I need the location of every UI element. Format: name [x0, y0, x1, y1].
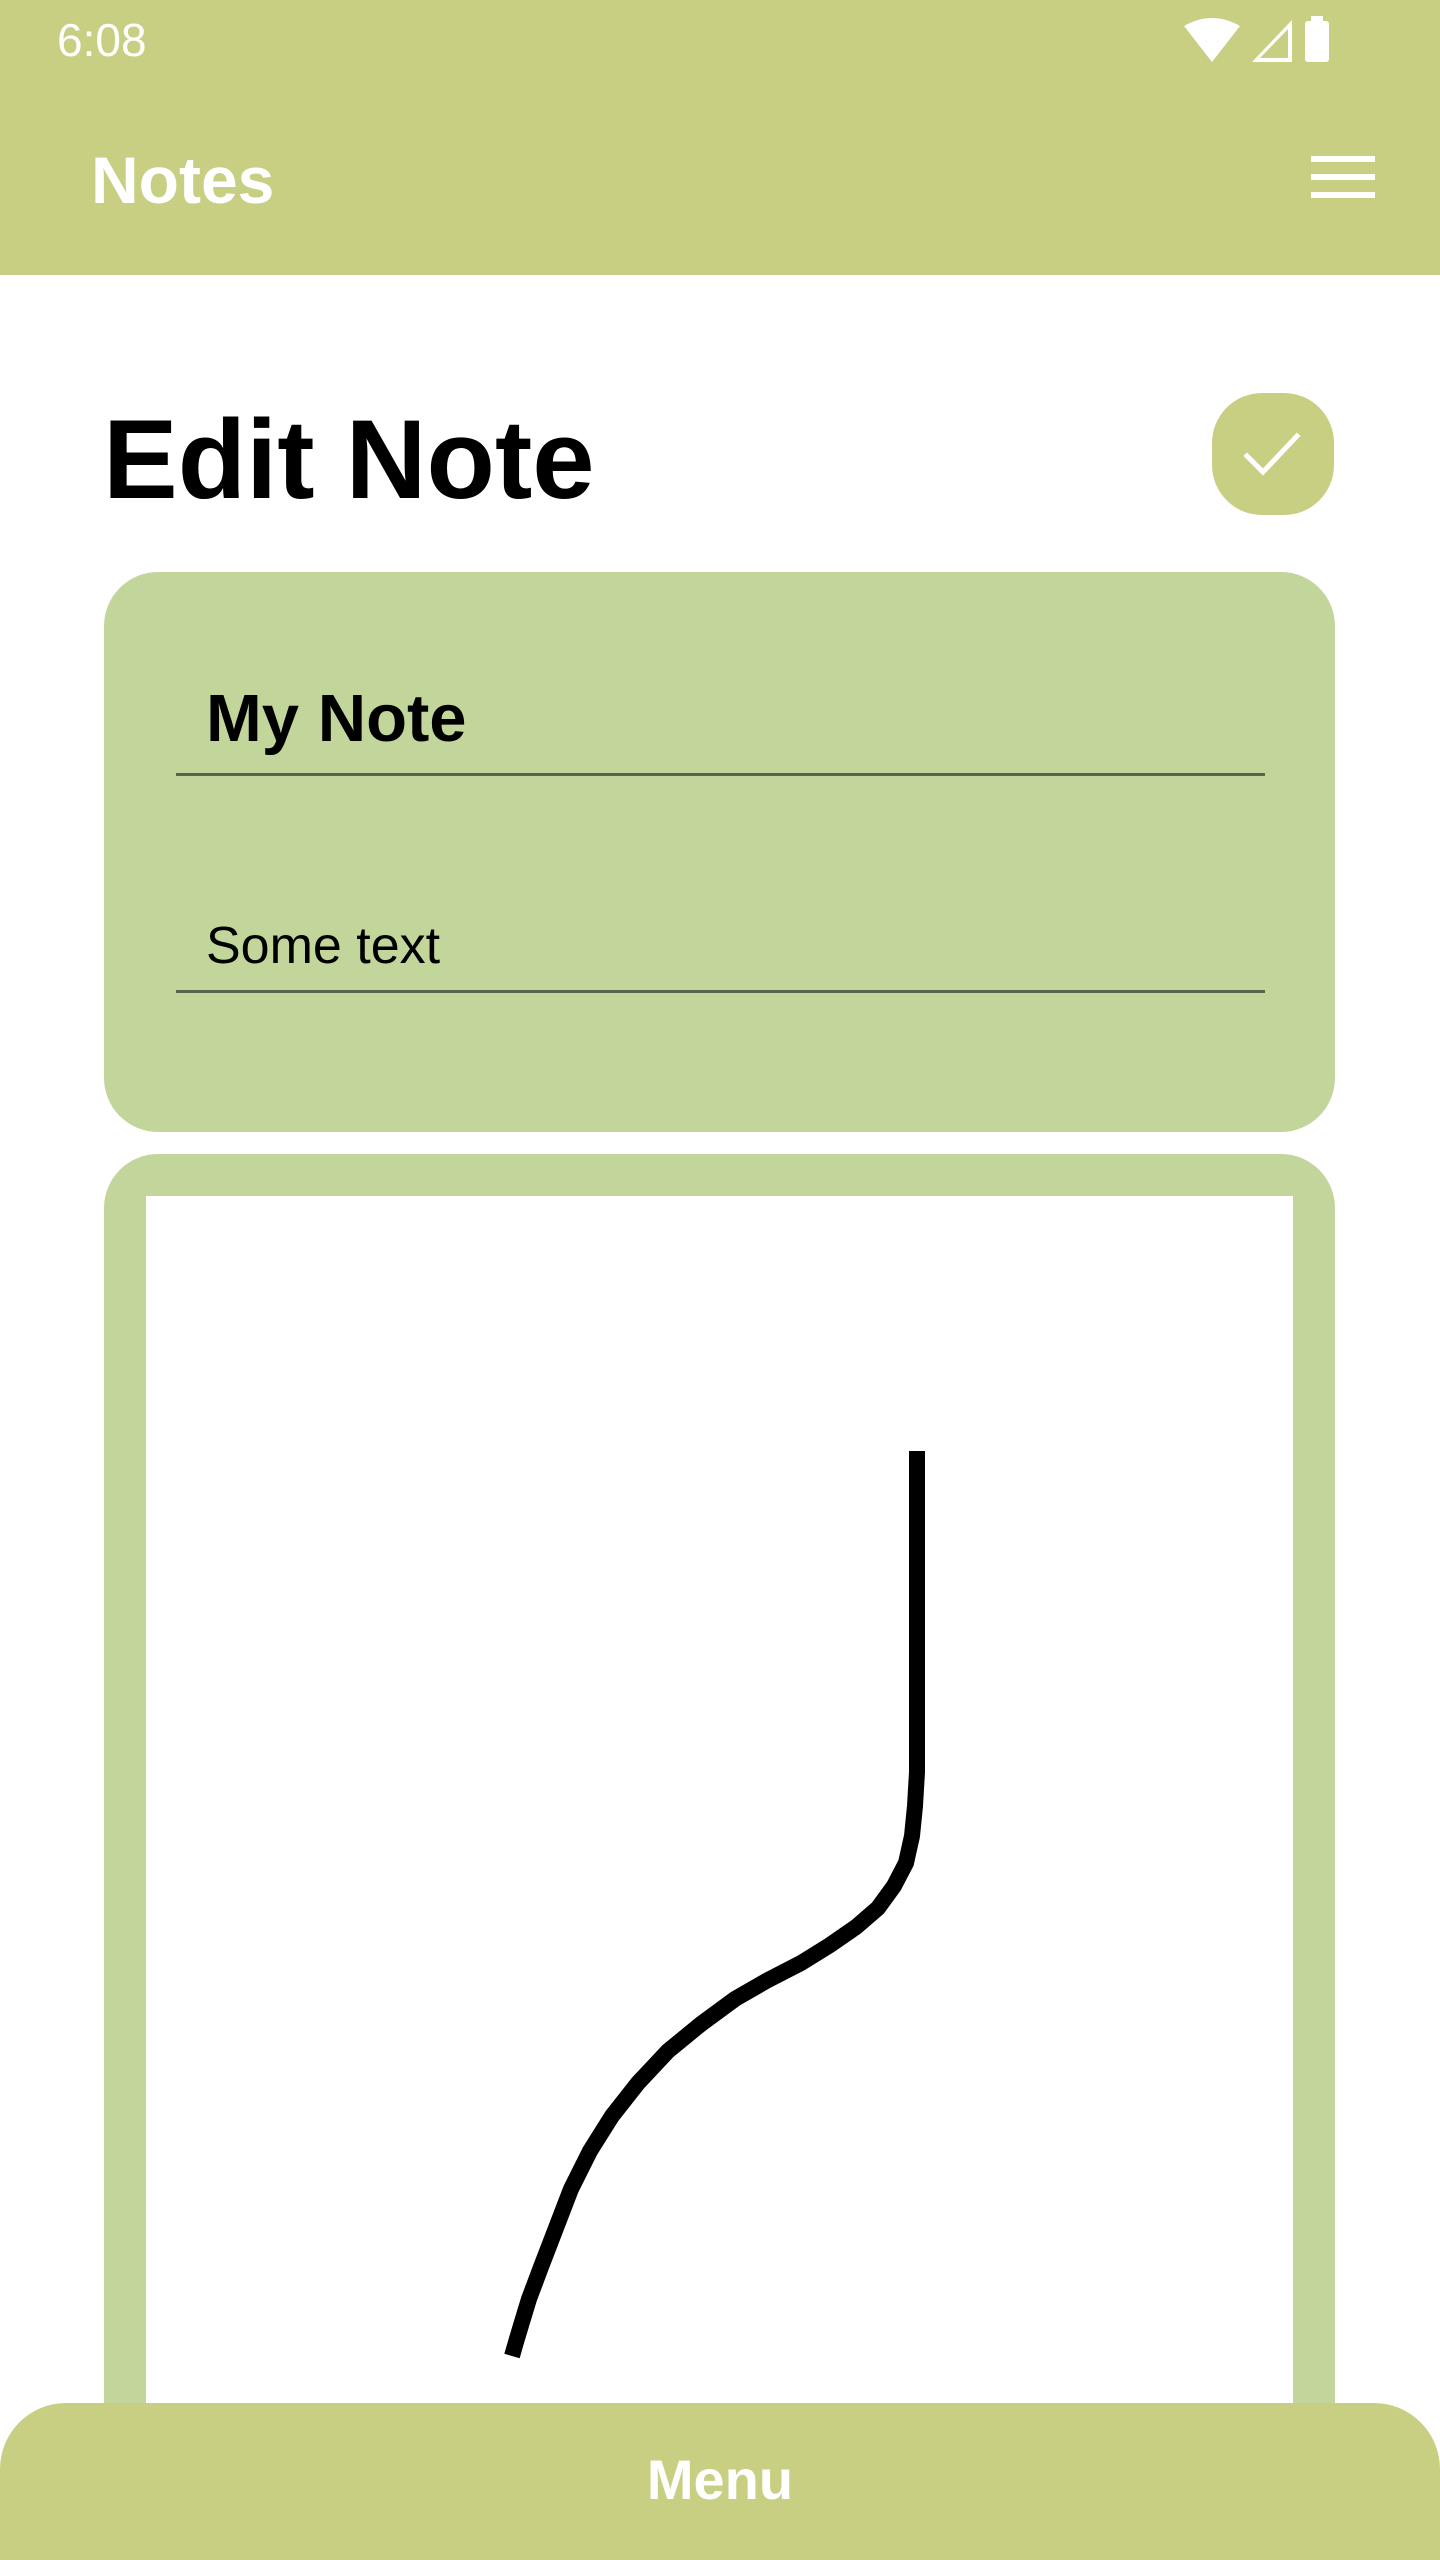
cellular-signal-icon	[1252, 20, 1292, 62]
app-bar: Notes	[0, 80, 1440, 275]
checkmark-icon	[1243, 432, 1301, 476]
page-title: Edit Note	[103, 397, 595, 522]
bottom-menu-label: Menu	[646, 2448, 794, 2511]
wifi-icon	[1184, 18, 1240, 62]
status-bar: 6:08	[0, 0, 1440, 80]
battery-icon	[1305, 16, 1329, 62]
bottom-menu-bar[interactable]: Menu	[0, 2403, 1440, 2560]
note-title-field[interactable]: My Note	[176, 681, 1265, 776]
status-icons	[1184, 16, 1329, 62]
drawn-stroke	[504, 1451, 925, 2359]
hamburger-menu-icon[interactable]	[1311, 152, 1381, 208]
status-time: 6:08	[57, 14, 147, 66]
drawing-canvas-frame	[104, 1154, 1335, 2454]
note-title-input[interactable]: My Note	[206, 681, 1226, 757]
note-body-field[interactable]: Some text	[176, 917, 1265, 993]
save-button[interactable]	[1212, 393, 1334, 515]
app-title: Notes	[91, 143, 275, 217]
drawing-canvas[interactable]	[146, 1196, 1293, 2454]
note-body-input[interactable]: Some text	[206, 916, 1226, 976]
note-form-card: My Note Some text	[104, 572, 1335, 1132]
